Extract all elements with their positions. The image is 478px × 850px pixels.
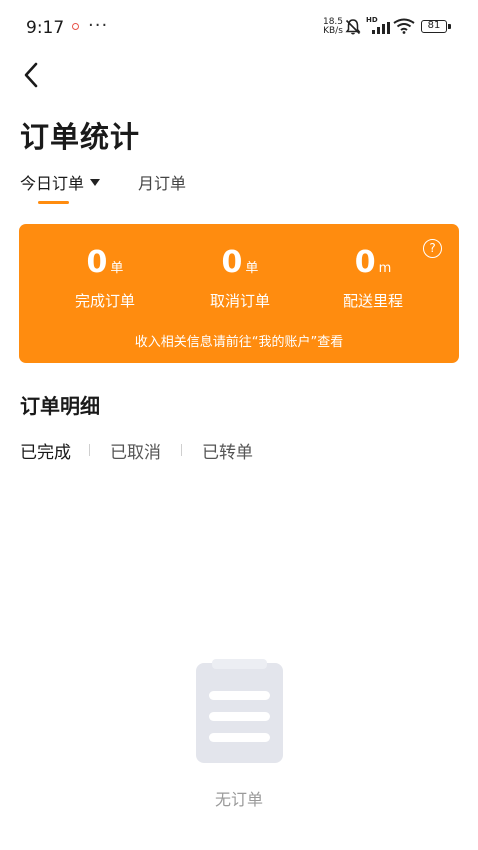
status-bar: 9:17 ··· 18.5 KB/s HD 81 — [0, 0, 478, 56]
stat-distance-label: 配送里程 — [342, 292, 403, 310]
income-note: 收入相关信息请前往“我的账户”查看 — [134, 335, 344, 350]
network-speed: 18.5 KB/s — [322, 18, 344, 36]
battery-level: 81 — [427, 20, 441, 31]
empty-clipboard-icon — [196, 659, 283, 763]
filter-divider — [181, 444, 182, 456]
filter-cancelled[interactable]: 已取消 — [110, 438, 161, 463]
chevron-left-icon — [24, 62, 38, 88]
caret-down-icon — [90, 178, 101, 186]
stat-cancelled-value: 0 — [221, 245, 243, 280]
wifi-icon — [393, 18, 415, 34]
filter-transferred[interactable]: 已转单 — [202, 438, 253, 463]
notification-dot-icon — [72, 23, 79, 30]
tab-month-orders[interactable]: 月订单 — [138, 170, 186, 194]
bell-muted-icon — [345, 19, 361, 35]
stat-distance-unit: m — [378, 261, 392, 276]
section-title-order-details: 订单明细 — [20, 394, 100, 418]
filter-completed[interactable]: 已完成 — [20, 438, 71, 463]
stat-completed-value: 0 — [86, 245, 108, 280]
network-speed-unit: KB/s — [323, 26, 343, 36]
page-title: 订单统计 — [20, 120, 141, 154]
back-button[interactable] — [16, 58, 46, 92]
stat-cancelled: 0 单 取消订单 — [170, 245, 310, 311]
tab-active-indicator — [38, 201, 69, 204]
filter-divider — [89, 444, 90, 456]
stat-completed: 0 单 完成订单 — [35, 245, 175, 311]
status-time: 9:17 — [26, 18, 65, 38]
empty-state-text: 无订单 — [214, 790, 263, 809]
signal-icon — [372, 22, 390, 34]
more-notifications-icon: ··· — [88, 15, 109, 36]
tab-today-orders[interactable]: 今日订单 — [20, 170, 101, 194]
tab-today-label: 今日订单 — [20, 174, 85, 193]
stat-cancelled-label: 取消订单 — [209, 292, 270, 310]
battery-icon: 81 — [421, 20, 447, 33]
stat-distance-value: 0 — [354, 245, 376, 280]
battery-tip — [448, 24, 451, 29]
stat-completed-unit: 单 — [110, 261, 124, 276]
stat-distance: 0 m 配送里程 — [303, 245, 443, 311]
stat-completed-label: 完成订单 — [74, 292, 135, 310]
stat-cancelled-unit: 单 — [245, 261, 259, 276]
